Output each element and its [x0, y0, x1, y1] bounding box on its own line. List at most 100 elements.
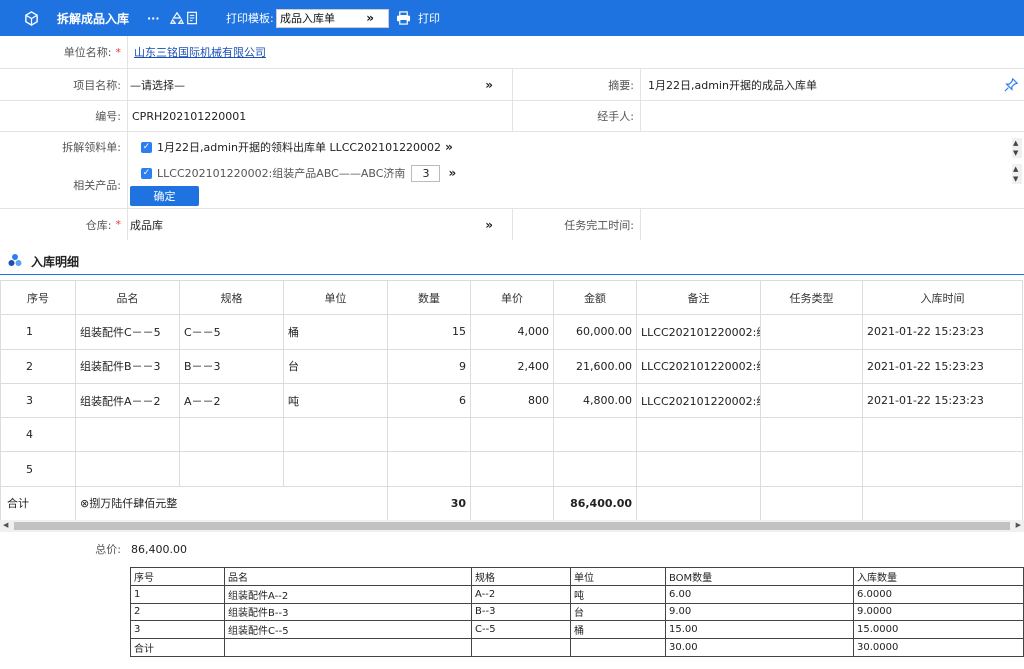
amount-cell — [553, 451, 637, 487]
bom-header: 单位 — [570, 567, 666, 586]
scroll-left-icon[interactable]: ◀ — [3, 521, 8, 529]
price-cell[interactable] — [470, 451, 554, 487]
price-cell[interactable]: 800 — [470, 382, 554, 419]
task-type-cell[interactable] — [760, 417, 863, 453]
pin-icon[interactable] — [1004, 69, 1018, 100]
bom-header: 规格 — [471, 567, 571, 586]
table-row[interactable]: 1 组装配件C－－5 C－－5 桶 15 4,000 60,000.00 LLC… — [0, 314, 1023, 350]
table-header-row: 序号 品名 规格 单位 数量 单价 金额 备注 任务类型 入库时间 — [0, 279, 1023, 316]
column-header[interactable]: 备注 — [636, 279, 761, 316]
column-header[interactable]: 任务类型 — [760, 279, 863, 316]
unit-cell[interactable] — [283, 417, 388, 453]
remark-cell[interactable]: LLCC202101220002:组 — [636, 314, 761, 350]
unit-cell[interactable]: 台 — [283, 348, 388, 384]
project-select[interactable]: —请选择— » — [130, 69, 512, 100]
column-header[interactable]: 序号 — [0, 279, 76, 316]
bom-cell: 2 — [130, 602, 225, 622]
price-cell[interactable]: 2,400 — [470, 348, 554, 384]
bom-cell: 6.0000 — [853, 584, 1024, 604]
column-header[interactable]: 金额 — [553, 279, 637, 316]
bom-cell: 组装配件C--5 — [224, 620, 472, 640]
qty-cell[interactable] — [387, 451, 471, 487]
column-header[interactable]: 单价 — [470, 279, 554, 316]
chevron-right-icon[interactable]: » — [445, 140, 453, 154]
task-type-cell[interactable] — [760, 451, 863, 487]
table-row[interactable]: 5 — [0, 451, 1023, 487]
split-material-checkbox[interactable]: ✓ — [141, 141, 152, 153]
spec-cell[interactable] — [179, 451, 284, 487]
scrollbar[interactable]: ▲ ▼ — [1012, 164, 1022, 184]
product-name-cell[interactable]: 组装配件B－－3 — [75, 348, 180, 384]
column-header[interactable]: 单位 — [283, 279, 388, 316]
column-header[interactable]: 数量 — [387, 279, 471, 316]
row-index: 1 — [0, 314, 76, 350]
chevron-right-icon: » — [366, 11, 374, 25]
bom-cell: 6.00 — [665, 584, 854, 604]
document-icon[interactable] — [186, 0, 199, 36]
number-field[interactable]: CPRH202101220001 — [132, 110, 246, 123]
in-time-cell[interactable] — [862, 451, 1023, 487]
in-time-cell[interactable]: 2021-01-22 15:23:23 — [862, 348, 1023, 384]
more-button[interactable]: ··· — [147, 0, 160, 36]
print-template-select[interactable]: 成品入库单 » — [276, 9, 389, 28]
horizontal-scrollbar[interactable]: ◀ ▶ — [0, 520, 1024, 532]
qty-cell[interactable] — [387, 417, 471, 453]
task-type-cell[interactable] — [760, 314, 863, 350]
remark-cell[interactable]: LLCC202101220002:组 — [636, 382, 761, 419]
remark-cell[interactable] — [636, 451, 761, 487]
related-product-checkbox[interactable]: ✓ — [141, 167, 152, 179]
column-header[interactable]: 入库时间 — [862, 279, 1023, 316]
related-product-label: 相关产品: — [73, 179, 121, 192]
qty-cell[interactable]: 6 — [387, 382, 471, 419]
spec-cell[interactable]: B－－3 — [179, 348, 284, 384]
print-button[interactable]: 打印 — [418, 0, 440, 36]
unit-cell[interactable]: 桶 — [283, 314, 388, 350]
confirm-button[interactable]: 确定 — [130, 186, 199, 206]
quantity-input[interactable]: 3 — [411, 164, 441, 182]
bom-cell: 台 — [570, 602, 666, 622]
product-name-cell[interactable] — [75, 417, 180, 453]
product-name-cell[interactable]: 组装配件A－－2 — [75, 382, 180, 419]
column-header[interactable]: 品名 — [75, 279, 180, 316]
table-row[interactable]: 4 — [0, 417, 1023, 453]
unit-cell[interactable] — [283, 451, 388, 487]
printer-icon[interactable] — [396, 0, 411, 36]
bom-cell: 组装配件B--3 — [224, 602, 472, 622]
qty-cell[interactable]: 9 — [387, 348, 471, 384]
total-price-value: 86,400.00 — [131, 542, 187, 556]
price-cell[interactable] — [470, 417, 554, 453]
summary-field[interactable]: 1月22日,admin开据的成品入库单 — [648, 77, 817, 93]
bom-header: 序号 — [130, 567, 225, 586]
scrollbar-thumb[interactable] — [14, 522, 1010, 530]
qty-cell[interactable]: 15 — [387, 314, 471, 350]
recycle-icon[interactable] — [170, 0, 184, 36]
spec-cell[interactable] — [179, 417, 284, 453]
required-mark: * — [115, 45, 122, 59]
product-name-cell[interactable]: 组装配件C－－5 — [75, 314, 180, 350]
print-template-label: 打印模板: — [226, 12, 274, 25]
task-type-cell[interactable] — [760, 348, 863, 384]
spec-cell[interactable]: C－－5 — [179, 314, 284, 350]
in-time-cell[interactable]: 2021-01-22 15:23:23 — [862, 382, 1023, 419]
product-name-cell[interactable] — [75, 451, 180, 487]
task-type-cell[interactable] — [760, 382, 863, 419]
scroll-right-icon[interactable]: ▶ — [1016, 521, 1021, 529]
bom-cell: 15.00 — [665, 620, 854, 640]
chevron-right-icon[interactable]: » — [448, 166, 456, 180]
table-row[interactable]: 3 组装配件A－－2 A－－2 吨 6 800 4,800.00 LLCC202… — [0, 382, 1023, 419]
in-time-cell[interactable]: 2021-01-22 15:23:23 — [862, 314, 1023, 350]
table-row[interactable]: 2 组装配件B－－3 B－－3 台 9 2,400 21,600.00 LLCC… — [0, 348, 1023, 384]
in-time-cell[interactable] — [862, 417, 1023, 453]
scrollbar[interactable]: ▲ ▼ — [1012, 138, 1022, 158]
bom-header: 入库数量 — [853, 567, 1024, 586]
unit-cell[interactable]: 吨 — [283, 382, 388, 419]
price-cell[interactable]: 4,000 — [470, 314, 554, 350]
remark-cell[interactable] — [636, 417, 761, 453]
column-header[interactable]: 规格 — [179, 279, 284, 316]
remark-cell[interactable]: LLCC202101220002:组 — [636, 348, 761, 384]
company-link[interactable]: 山东三铭国际机械有限公司 — [134, 44, 266, 60]
bom-cell: 组装配件A--2 — [224, 584, 472, 604]
warehouse-select[interactable]: 成品库 » — [130, 209, 512, 240]
split-material-label: 拆解领料单: — [62, 141, 121, 154]
spec-cell[interactable]: A－－2 — [179, 382, 284, 419]
